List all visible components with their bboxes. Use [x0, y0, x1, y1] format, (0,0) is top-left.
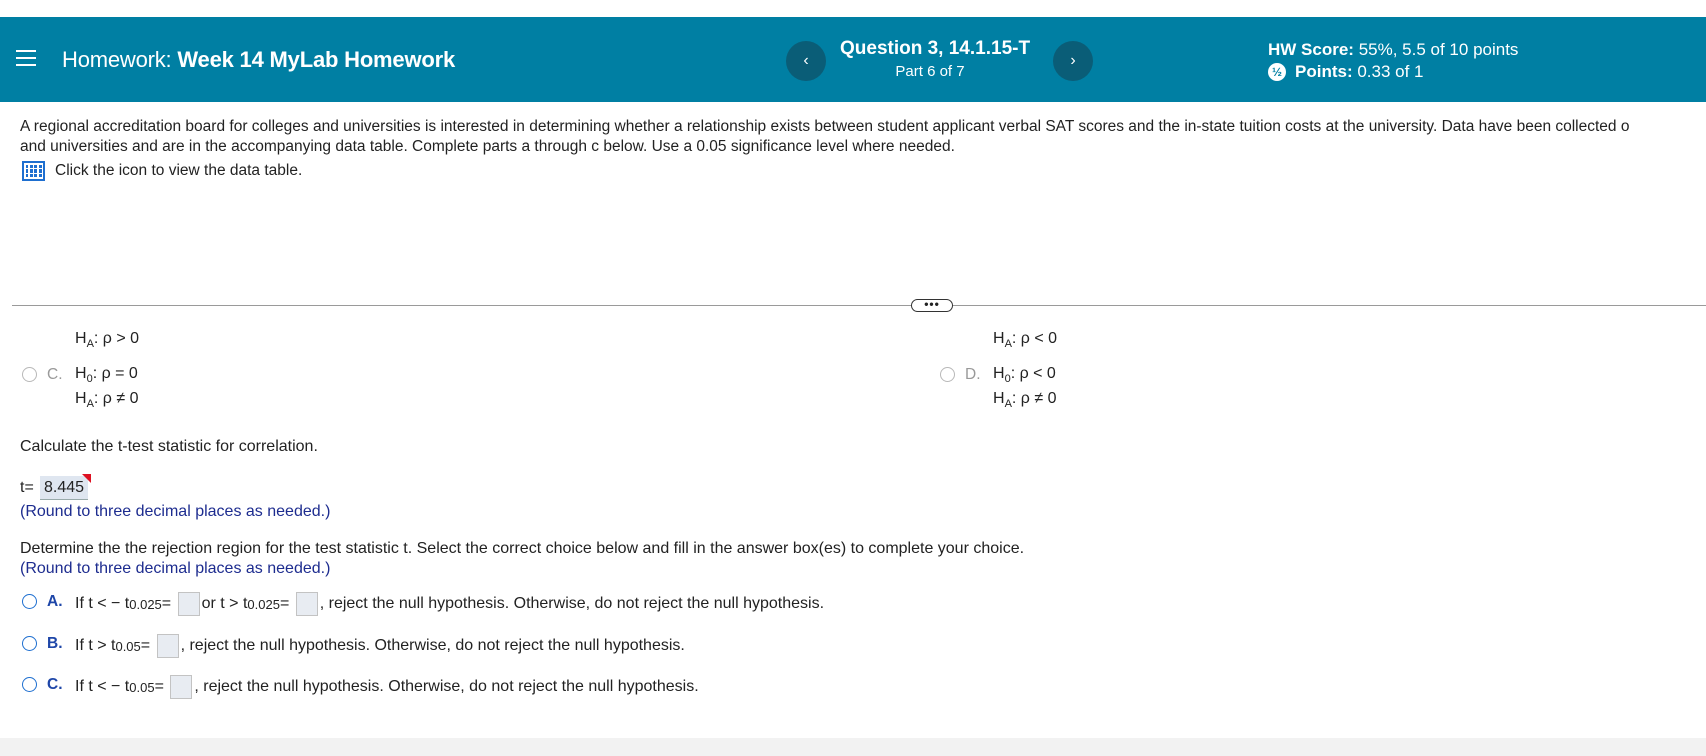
option-d-ha: HA: ρ ≠ 0	[993, 390, 1057, 411]
points-value: 0.33 of 1	[1357, 62, 1424, 81]
partial-credit-icon: ½	[1268, 63, 1286, 81]
points-label: Points:	[1295, 62, 1353, 81]
intro-line-2: and universities and are in the accompan…	[20, 137, 955, 155]
data-table-link-text[interactable]: Click the icon to view the data table.	[55, 162, 302, 180]
option-c-ha: HA: ρ ≠ 0	[75, 390, 139, 411]
option-d-letter: D.	[965, 366, 981, 383]
top-strip	[0, 0, 1706, 17]
choice-a-radio[interactable]	[22, 594, 37, 609]
choice-b-radio[interactable]	[22, 636, 37, 651]
question-part: Part 6 of 7	[895, 63, 965, 80]
option-e-ha: HA: ρ < 0	[993, 330, 1058, 351]
t-stat-prompt: Calculate the t-test statistic for corre…	[20, 438, 318, 455]
option-c-h0: H0: ρ = 0	[75, 365, 138, 386]
homework-prefix: Homework:	[62, 47, 172, 72]
option-c-radio[interactable]	[22, 367, 37, 382]
hw-score-value: 55%, 5.5 of 10 points	[1358, 40, 1519, 59]
incorrect-flag-icon	[82, 474, 91, 483]
homework-title: Homework: Week 14 MyLab Homework	[62, 47, 455, 73]
choice-a-text: If t < − t 0.025 = or t > t 0.025 = , reje…	[75, 590, 824, 618]
choice-c-text: If t < − t 0.05 = , reject the null hypot…	[75, 673, 699, 701]
choice-c-radio[interactable]	[22, 677, 37, 692]
option-d-h0: H0: ρ < 0	[993, 365, 1056, 386]
problem-intro: A regional accreditation board for colle…	[20, 117, 1706, 156]
t-stat-answer[interactable]: 8.445	[40, 476, 89, 500]
choice-c-letter: C.	[47, 676, 63, 693]
choice-a-lower-input[interactable]	[177, 592, 200, 616]
bottom-bar	[0, 738, 1706, 756]
points: ½ Points: 0.33 of 1	[1268, 62, 1424, 82]
question-title: Question 3, 14.1.15-T	[840, 38, 1031, 59]
choice-b-text: If t > t 0.05 = , reject the null hypothe…	[75, 632, 685, 660]
option-c-letter: C.	[47, 366, 63, 383]
choice-a-letter: A.	[47, 593, 63, 610]
option-b-ha: HA: ρ > 0	[75, 330, 140, 351]
header-bar: Homework: Week 14 MyLab Homework ‹ Quest…	[0, 17, 1706, 102]
divider-handle[interactable]: •••	[911, 298, 953, 312]
data-table-link[interactable]: Click the icon to view the data table.	[22, 161, 302, 181]
next-question-button[interactable]: ›	[1053, 41, 1093, 81]
rejection-prompt: Determine the the rejection region for t…	[20, 540, 1025, 557]
choice-b-letter: B.	[47, 635, 63, 652]
pane-divider	[12, 305, 1706, 306]
option-d-radio[interactable]	[940, 367, 955, 382]
intro-line-1: A regional accreditation board for colle…	[20, 118, 1630, 135]
rejection-round-note: (Round to three decimal places as needed…	[20, 560, 331, 577]
hw-score: HW Score: 55%, 5.5 of 10 points	[1268, 40, 1518, 60]
homework-name: Week 14 MyLab Homework	[177, 47, 456, 72]
previous-question-button[interactable]: ‹	[786, 41, 826, 81]
t-stat-round-note: (Round to three decimal places as needed…	[20, 503, 331, 520]
choice-b-input[interactable]	[156, 634, 179, 658]
choice-c-input[interactable]	[170, 675, 193, 699]
t-stat-label: t=	[20, 479, 34, 496]
menu-icon[interactable]	[16, 50, 36, 68]
hw-score-label: HW Score:	[1268, 40, 1354, 59]
data-table-icon[interactable]	[22, 161, 45, 181]
choice-a-upper-input[interactable]	[295, 592, 318, 616]
